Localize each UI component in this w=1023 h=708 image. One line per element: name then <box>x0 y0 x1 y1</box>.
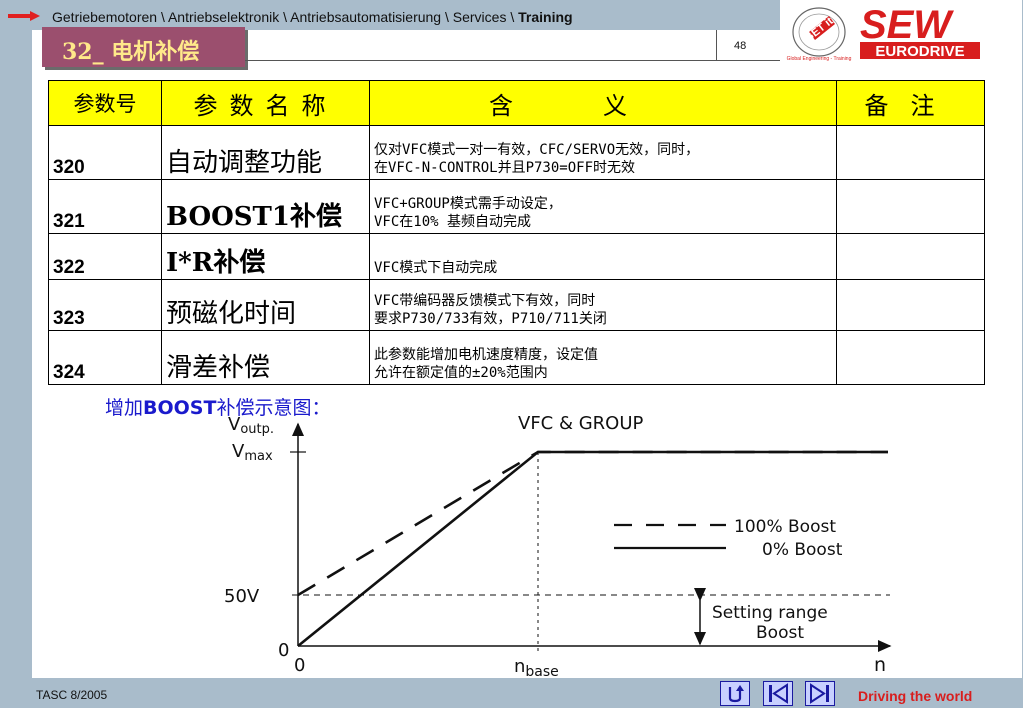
param-meaning: VFC带编码器反馈模式下有效，同时 要求P730/733有效，P710/711关闭 <box>369 279 837 331</box>
breadcrumb: Getriebemotoren \ Antriebselektronik \ A… <box>52 9 573 25</box>
meaning-line: 允许在额定值的±20%范围内 <box>374 365 548 381</box>
logo-sew-text: SEW <box>860 3 954 47</box>
table-row: 320 自动调整功能 仅对VFC模式一对一有效，CFC/SERVO无效，同时， 在… <box>48 125 985 180</box>
logo-eurodrive-text: EURODRIVE <box>875 43 964 60</box>
table-row: 322 I*R补偿 VFC模式下自动完成 <box>48 233 985 280</box>
table-row: 324 滑差补偿 此参数能增加电机速度精度，设定值 允许在额定值的±20%范围内 <box>48 330 985 385</box>
logo-get-tagline: Global Engineering - Training <box>787 56 852 62</box>
param-name: 自动调整功能 <box>161 125 370 180</box>
meaning-line: VFC在10% 基频自动完成 <box>374 214 532 230</box>
header-param-name: 参数名称 <box>161 80 370 126</box>
meaning-line: VFC+GROUP模式需手动设定， <box>374 196 562 212</box>
meaning-line: 在VFC-N-CONTROL并且P730=OFF时无效 <box>374 160 636 176</box>
param-number: 323 <box>48 279 162 331</box>
range-label-line2: Boost <box>756 623 804 643</box>
sew-eurodrive-logo: SEW EURODRIVE <box>860 3 980 60</box>
caption-prefix: 增加 <box>105 397 144 419</box>
y-axis-label: Voutp. <box>228 414 274 437</box>
meaning-line: 此参数能增加电机速度精度，设定值 <box>374 347 598 363</box>
footer-slogan: Driving the world <box>858 688 973 704</box>
y-axis-label-main: V <box>228 414 241 435</box>
next-slide-button[interactable] <box>805 681 835 706</box>
param-meaning: VFC模式下自动完成 <box>369 233 837 280</box>
breadcrumb-path: Getriebemotoren \ Antriebselektronik \ A… <box>52 9 519 25</box>
header-divider <box>245 60 780 61</box>
param-remark <box>836 125 985 180</box>
vmax-label-main: V <box>232 441 245 462</box>
parameter-table: 参数号 参数名称 含义 备注 320 自动调整功能 仅对VFC模式一对一有效，C… <box>48 80 985 385</box>
param-name: 预磁化时间 <box>161 279 370 331</box>
param-name: BOOST1补偿 <box>161 179 370 234</box>
param-name: 滑差补偿 <box>161 330 370 385</box>
range-label-line1: Setting range <box>712 603 828 623</box>
x-axis-label: n <box>874 654 886 676</box>
param-meaning: 仅对VFC模式一对一有效，CFC/SERVO无效，同时， 在VFC-N-CONTR… <box>369 125 837 180</box>
nbase-label: nbase <box>514 656 559 680</box>
meaning-line: 要求P730/733有效，P710/711关闭 <box>374 311 607 327</box>
page-number-divider <box>716 30 717 61</box>
param-remark <box>836 179 985 234</box>
next-icon <box>810 683 829 704</box>
slide-title: 32_ 电机补偿 <box>62 39 200 65</box>
previous-slide-button[interactable] <box>763 681 793 706</box>
return-button[interactable] <box>720 681 750 706</box>
nbase-label-main: n <box>514 656 525 677</box>
table-row: 323 预磁化时间 VFC带编码器反馈模式下有效，同时 要求P730/733有效，… <box>48 279 985 331</box>
origin-y-label: 0 <box>278 640 289 661</box>
param-remark <box>836 330 985 385</box>
previous-icon <box>769 683 788 704</box>
param-remark <box>836 279 985 331</box>
vmax-label-sub: max <box>244 449 273 464</box>
boost-chart: VFC & GROUP Voutp. Vmax 50V 0 0 nbase n … <box>224 413 892 680</box>
meaning-line: VFC模式下自动完成 <box>374 260 498 276</box>
param-meaning: 此参数能增加电机速度精度，设定值 允许在额定值的±20%范围内 <box>369 330 837 385</box>
table-row: 321 BOOST1补偿 VFC+GROUP模式需手动设定， VFC在10% 基频… <box>48 179 985 234</box>
return-icon <box>728 685 744 703</box>
get-it-logo: GET it Global Engineering - Training <box>787 7 852 62</box>
nbase-label-sub: base <box>525 664 558 680</box>
param-name: I*R补偿 <box>161 233 370 280</box>
legend-dashed-label: 100% Boost <box>734 517 836 537</box>
arrow-right-icon <box>8 11 40 21</box>
y-axis-label-sub: outp. <box>240 422 274 437</box>
page-number: 48 <box>734 40 747 52</box>
header-meaning: 含义 <box>369 80 837 126</box>
slide-title-box: 32_ 电机补偿 <box>42 27 245 67</box>
table-header-row: 参数号 参数名称 含义 备注 <box>48 80 985 126</box>
header-remark: 备注 <box>836 80 985 126</box>
origin-x-label: 0 <box>294 655 305 676</box>
param-remark <box>836 233 985 280</box>
param-number: 320 <box>48 125 162 180</box>
header-param-number: 参数号 <box>48 80 162 126</box>
meaning-line: VFC带编码器反馈模式下有效，同时 <box>374 293 596 309</box>
param-number: 322 <box>48 233 162 280</box>
legend-solid-label: 0% Boost <box>762 540 843 560</box>
footer-date: TASC 8/2005 <box>36 688 108 702</box>
meaning-line: 仅对VFC模式一对一有效，CFC/SERVO无效，同时， <box>374 142 700 158</box>
chart-title: VFC & GROUP <box>518 413 644 434</box>
breadcrumb-current: Training <box>518 9 573 25</box>
logo-get-text: GET it <box>803 15 836 45</box>
param-meaning: VFC+GROUP模式需手动设定， VFC在10% 基频自动完成 <box>369 179 837 234</box>
param-number: 321 <box>48 179 162 234</box>
v50-label: 50V <box>224 586 260 607</box>
param-number: 324 <box>48 330 162 385</box>
caption-bold: BOOST <box>143 397 217 419</box>
vmax-label: Vmax <box>232 441 273 464</box>
